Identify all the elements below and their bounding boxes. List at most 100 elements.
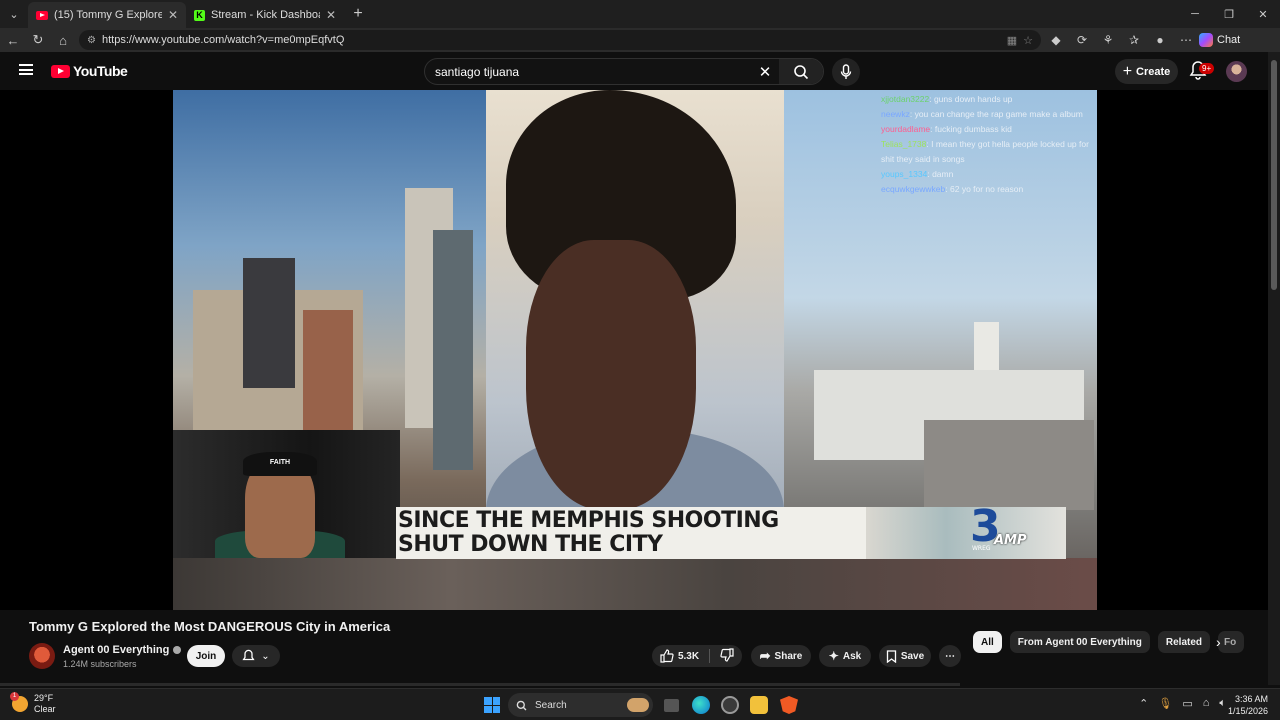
tab-title: (15) Tommy G Explored the M	[54, 9, 162, 21]
sparkle-icon: ✦	[828, 649, 839, 663]
account-avatar[interactable]	[1226, 61, 1247, 82]
search-highlight-icon	[627, 698, 649, 712]
banner-line-2: SHUT DOWN THE CITY	[398, 532, 663, 557]
taskbar-search[interactable]: Search	[508, 693, 653, 717]
create-label: Create	[1136, 65, 1171, 78]
channel-avatar[interactable]	[29, 643, 55, 669]
chip-all[interactable]: All	[973, 631, 1002, 653]
notification-count-badge: 9+	[1199, 63, 1215, 74]
more-menu-icon[interactable]: ⋯	[1175, 30, 1197, 50]
youtube-wordmark: YouTube	[73, 63, 128, 79]
chat-label: Chat	[1217, 34, 1241, 46]
clear-search-icon[interactable]: ✕	[751, 63, 779, 81]
close-tab-icon[interactable]: ✕	[168, 8, 178, 22]
clock-date: 1/15/2026	[1227, 706, 1268, 716]
chat-line: Telias_1738: I mean they got hella peopl…	[881, 139, 1089, 164]
page-scrollbar[interactable]	[1268, 52, 1280, 685]
site-info-icon[interactable]: ⚙	[87, 35, 96, 46]
minimize-icon[interactable]: ─	[1178, 0, 1212, 28]
new-tab-plus-icon[interactable]: +	[344, 5, 372, 23]
settings-app-icon[interactable]	[721, 696, 739, 714]
copilot-chat-button[interactable]: Chat	[1199, 33, 1240, 47]
extension-puzzle-icon[interactable]: ⟳	[1071, 30, 1093, 50]
page-bottom-divider	[0, 683, 960, 686]
save-button[interactable]: Save	[879, 645, 931, 667]
video-player[interactable]: FAITH SINCE THE MEMPHIS SHOOTING SHUT DO…	[0, 90, 1268, 610]
close-tab-icon[interactable]: ✕	[326, 8, 336, 22]
tab-actions-chevron-icon[interactable]: ⌄	[0, 0, 28, 28]
hamburger-menu-icon[interactable]	[19, 64, 33, 75]
scrollbar-thumb[interactable]	[1271, 60, 1277, 290]
volume-icon[interactable]: 🔈︎	[1219, 697, 1226, 710]
address-bar[interactable]: ⚙ https://www.youtube.com/watch?v=me0mpE…	[79, 30, 1041, 50]
tab-youtube[interactable]: (15) Tommy G Explored the M ✕	[28, 2, 186, 28]
app-available-icon[interactable]: ▦	[1007, 34, 1017, 47]
join-button[interactable]: Join	[187, 645, 225, 667]
microphone-tray-icon[interactable]: 🎙︎	[1158, 697, 1172, 710]
thumbs-up-icon	[660, 649, 674, 663]
brave-browser-icon[interactable]	[780, 696, 798, 714]
like-count: 5.3K	[677, 650, 700, 662]
taskbar-clock[interactable]: 3:36 AM 1/15/2026	[1228, 693, 1268, 717]
banner-line-1: SINCE THE MEMPHIS SHOOTING	[398, 508, 779, 533]
weather-condition: Clear	[34, 704, 56, 714]
share-button[interactable]: ➦ Share	[751, 645, 811, 667]
windows-start-icon[interactable]	[484, 697, 500, 713]
chat-line: xjjotdan3222: guns down hands up	[881, 94, 1013, 104]
voice-search-button[interactable]	[832, 58, 860, 86]
channel-name-link[interactable]: Agent 00 Everything	[63, 644, 182, 656]
home-icon[interactable]: ⌂	[51, 28, 75, 52]
extension-diamond-icon[interactable]: ◆	[1045, 30, 1067, 50]
edge-browser-icon[interactable]	[692, 696, 710, 714]
dislike-button[interactable]	[720, 647, 734, 665]
chat-line: yourdadlame: fucking dumbass kid	[881, 124, 1012, 134]
search-button[interactable]	[779, 59, 823, 84]
display-icon[interactable]: ▭	[1182, 697, 1192, 710]
station-sub: AMP	[994, 533, 1027, 548]
subscription-notifications-button[interactable]: ⌄	[232, 645, 280, 667]
back-arrow-icon[interactable]: ←	[1, 28, 25, 52]
search-box: santiago tijuana ✕	[424, 58, 824, 85]
video-lower-strip	[173, 558, 1097, 610]
create-button[interactable]: + Create	[1115, 59, 1178, 84]
profile-icon[interactable]: ●	[1149, 30, 1171, 50]
chip-related[interactable]: Related	[1157, 631, 1211, 653]
network-icon[interactable]: ⌂	[1203, 697, 1210, 710]
weather-badge: 1	[10, 692, 19, 701]
like-button[interactable]: 5.3K	[660, 649, 699, 663]
youtube-header: YouTube santiago tijuana ✕ + Create	[0, 52, 1268, 90]
extensions-icon[interactable]: ⚘	[1097, 30, 1119, 50]
streamer-webcam: FAITH	[173, 430, 400, 558]
youtube-logo[interactable]: YouTube	[51, 63, 128, 79]
chip-from-channel[interactable]: From Agent 00 Everything	[1009, 631, 1150, 653]
weather-widget[interactable]: 1 29°F Clear	[10, 692, 56, 715]
search-input[interactable]: santiago tijuana	[425, 65, 751, 79]
more-actions-button[interactable]: ⋯	[939, 645, 961, 667]
chat-line: ecquwkgewwkeb: 62 yo for no reason	[881, 184, 1024, 194]
system-tray: ⌃ 🎙︎ ▭ ⌂ 🔈︎	[1139, 697, 1226, 710]
chip-more[interactable]: Fo	[1218, 631, 1245, 653]
weather-temperature: 29°F	[34, 693, 54, 703]
refresh-icon[interactable]: ↻	[26, 28, 50, 52]
related-filter-chips: All From Agent 00 Everything Related Fo	[973, 631, 1245, 653]
task-view-icon[interactable]	[664, 699, 679, 712]
favorite-star-icon[interactable]: ☆	[1023, 34, 1033, 47]
favorites-icon[interactable]: ✰	[1123, 30, 1145, 50]
url-text: https://www.youtube.com/watch?v=me0mpEqf…	[101, 34, 345, 46]
ask-button[interactable]: ✦ Ask	[819, 645, 871, 667]
bell-icon	[242, 649, 255, 661]
tab-kick[interactable]: K Stream - Kick Dashboard ✕	[186, 2, 344, 28]
youtube-play-logo-icon	[51, 64, 70, 78]
browser-tab-strip: ⌄ (15) Tommy G Explored the M ✕ K Stream…	[0, 0, 1280, 28]
show-hidden-icons-chevron-icon[interactable]: ⌃	[1139, 697, 1148, 710]
save-label: Save	[900, 650, 925, 662]
search-icon	[516, 700, 527, 710]
weather-moon-icon: 1	[10, 692, 28, 712]
close-window-icon[interactable]: ✕	[1246, 0, 1280, 28]
ask-label: Ask	[842, 650, 862, 662]
kick-favicon-icon: K	[194, 9, 205, 21]
file-explorer-icon[interactable]	[750, 696, 768, 714]
more-horizontal-icon: ⋯	[945, 650, 955, 662]
chevron-right-icon[interactable]: ›	[1216, 634, 1221, 650]
restore-icon[interactable]: ❐	[1212, 0, 1246, 28]
